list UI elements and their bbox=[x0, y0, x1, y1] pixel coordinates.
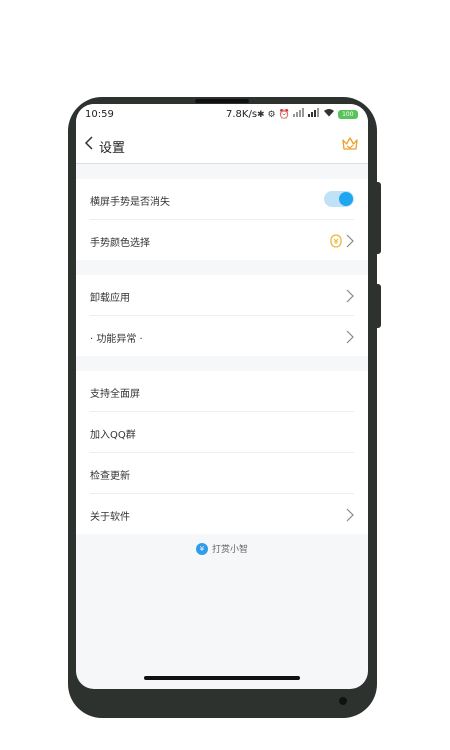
nav-bar: 设置 bbox=[76, 126, 368, 164]
list-item[interactable]: 横屏手势是否消失 bbox=[90, 179, 354, 220]
bluetooth-icon: ✱ bbox=[257, 109, 265, 120]
signal-icon bbox=[292, 108, 305, 121]
volume-button bbox=[375, 182, 381, 254]
toggle-knob bbox=[339, 192, 353, 206]
list-item[interactable]: 支持全面屏 bbox=[90, 371, 354, 412]
status-icons: ✱ ⚙ ⏰ 100 bbox=[257, 108, 358, 121]
crown-icon[interactable] bbox=[341, 135, 359, 155]
coin-icon bbox=[330, 233, 342, 252]
page-title: 设置 bbox=[99, 141, 126, 156]
section-gesture: 横屏手势是否消失 手势颜色选择 bbox=[76, 179, 368, 260]
list-item[interactable]: 加入QQ群 bbox=[90, 412, 354, 453]
alarm-icon: ⏰ bbox=[278, 109, 290, 120]
row-label: 检查更新 bbox=[90, 471, 130, 482]
chevron-left-icon bbox=[84, 136, 93, 150]
list-item[interactable]: 手势颜色选择 bbox=[90, 220, 354, 260]
status-bar: 10:59 7.8K/s ✱ ⚙ ⏰ 100 bbox=[76, 104, 368, 126]
sync-icon: ⚙ bbox=[267, 109, 276, 120]
list-item[interactable]: 检查更新 bbox=[90, 453, 354, 494]
row-label: 关于软件 bbox=[90, 512, 130, 523]
chevron-right-icon bbox=[346, 288, 354, 307]
camera-dot bbox=[339, 697, 347, 705]
status-time: 10:59 bbox=[85, 109, 114, 120]
row-label: 加入QQ群 bbox=[90, 430, 136, 441]
signal-icon-2 bbox=[307, 108, 320, 121]
chevron-right-icon bbox=[346, 329, 354, 348]
yen-icon: ¥ bbox=[195, 542, 208, 555]
list-item[interactable]: · 功能异常 · bbox=[90, 316, 354, 356]
battery-icon: 100 bbox=[337, 110, 358, 119]
phone-screen: 10:59 7.8K/s ✱ ⚙ ⏰ 100 设置 横屏手势是否消失 手势颜色选… bbox=[76, 104, 368, 689]
reward-link[interactable]: ¥ 打赏小智 bbox=[76, 542, 368, 555]
row-label: 支持全面屏 bbox=[90, 389, 140, 400]
reward-label: 打赏小智 bbox=[211, 545, 248, 555]
wifi-icon bbox=[323, 108, 335, 121]
row-label: · 功能异常 · bbox=[90, 334, 143, 345]
row-label: 手势颜色选择 bbox=[90, 238, 150, 249]
home-indicator[interactable] bbox=[144, 676, 300, 680]
chevron-right-icon bbox=[346, 233, 354, 252]
landscape-gesture-toggle[interactable] bbox=[324, 191, 354, 207]
list-item[interactable]: 卸载应用 bbox=[90, 275, 354, 316]
section-apps: 卸载应用 · 功能异常 · bbox=[76, 275, 368, 356]
chevron-right-icon bbox=[346, 507, 354, 526]
earpiece bbox=[195, 99, 249, 103]
row-label: 横屏手势是否消失 bbox=[90, 197, 170, 208]
power-button bbox=[375, 284, 381, 328]
net-speed: 7.8K/s bbox=[226, 109, 258, 120]
row-label: 卸载应用 bbox=[90, 293, 130, 304]
list-item[interactable]: 关于软件 bbox=[90, 494, 354, 534]
section-about: 支持全面屏 加入QQ群 检查更新 关于软件 bbox=[76, 371, 368, 534]
